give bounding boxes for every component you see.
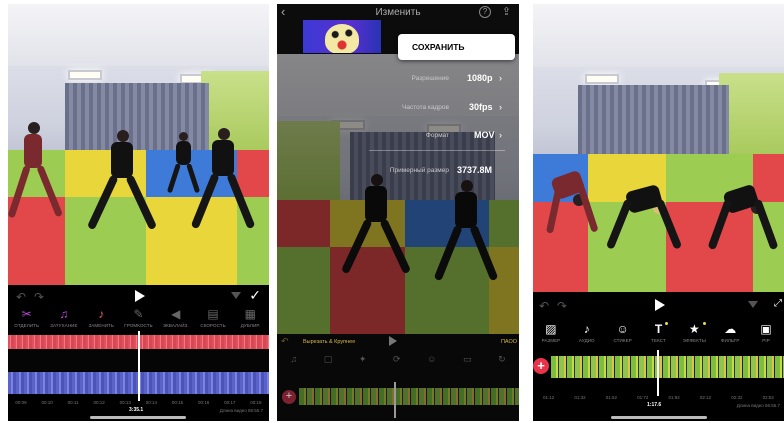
size-icon[interactable]: ▢ (324, 354, 333, 374)
chevron-right-icon: › (499, 102, 502, 112)
tool-volume[interactable]: ✎ ГРОМКОСТЬ (120, 307, 156, 328)
tool-filter[interactable]: ☁ ФИЛЬТР (712, 322, 748, 343)
tool-size[interactable]: ▨ РАЗМЕР (533, 322, 569, 343)
divider (369, 150, 505, 151)
sticker-icon: ☺ (616, 322, 629, 336)
playback-bar: ↶ ↷ ✓ (8, 285, 269, 307)
new-badge-dot (703, 322, 707, 325)
tool-pip[interactable]: ▣ PIP (748, 322, 784, 343)
size-icon: ▨ (545, 322, 557, 336)
current-timecode: 1:17.6 (647, 402, 662, 408)
tool-speed[interactable]: ▤ СКОРОСТЬ (195, 307, 231, 328)
redo-icon[interactable]: ↷ (557, 299, 567, 313)
undo-icon[interactable]: ↶ (281, 336, 289, 347)
help-icon[interactable]: ? (479, 6, 491, 18)
replace-icon: ♪ (98, 307, 105, 321)
speed-icon: ▤ (207, 307, 219, 321)
chevron-right-icon: › (499, 130, 502, 140)
tool-equalizer[interactable]: ◀ ЭКВАЛАЙЗ. (158, 307, 194, 328)
tool-split[interactable]: ✂ ОТДЕЛИТЬ (9, 307, 45, 328)
ceiling-light (585, 74, 619, 84)
ceiling-light (68, 70, 102, 80)
undo-icon[interactable]: ↶ (539, 299, 549, 313)
thumbnail-preview (303, 20, 381, 53)
fullscreen-icon[interactable]: ⤢ (774, 298, 782, 309)
playhead[interactable] (657, 350, 659, 396)
add-clip-button[interactable]: + (533, 358, 549, 374)
next-label[interactable]: ПАОО (501, 339, 517, 345)
play-icon[interactable] (134, 290, 145, 302)
audio-toolbar: ✂ ОТДЕЛИТЬ ♫ ЗАТУХАНИЕ ♪ ЗАМЕНИТЬ ✎ ГРОМКОСТ… (8, 307, 269, 331)
tool-audio[interactable]: ♪ АУДИО (569, 322, 605, 343)
export-settings-panel: ‹ Изменить ? ⇪ СОХРАНИТЬ Разрешение 1080… (277, 4, 519, 421)
tool-sticker[interactable]: ☺ СТИКЕР (605, 322, 641, 343)
music-icon[interactable]: ♫ (290, 354, 297, 374)
fade-icon: ♫ (59, 307, 69, 321)
playback-bar: ↶ ↷ ⤢ (533, 294, 784, 316)
video-length: Длина видео 56:55.7 (219, 408, 263, 413)
volume-icon: ✎ (133, 307, 144, 321)
playhead[interactable] (394, 382, 396, 418)
sticker-image (325, 24, 359, 53)
timeline-ruler: 00:09 00:10 00:11 00:12 00:13 00:14 00:15 00:16… (15, 399, 262, 405)
redo-icon[interactable]: ↷ (34, 290, 44, 304)
loop-icon[interactable]: ↻ (498, 354, 506, 374)
menu-triangle-icon[interactable] (231, 292, 241, 299)
confirm-check-icon[interactable]: ✓ (249, 287, 261, 304)
home-indicator (90, 416, 186, 419)
save-button[interactable]: СОХРАНИТЬ (398, 34, 515, 60)
text-icon: T (654, 322, 663, 336)
undo-icon[interactable]: ↶ (16, 290, 26, 304)
split-icon: ✂ (21, 307, 32, 321)
timeline-ruler: 01:12 01:32 01:52 01:72 01:92 02:12 02:32 02:52 (543, 394, 774, 400)
editor-bottom: ↶ Вырезать & Крупнее ПАОО ♫ ▢ ✦ ⟳ ☺ ▭ ↻ + (277, 334, 519, 421)
screen-icon[interactable]: ▭ (463, 354, 472, 374)
duplicate-icon: ▦ (244, 307, 256, 321)
play-icon[interactable] (654, 299, 665, 311)
video-preview (277, 54, 519, 334)
filter-icon: ☁ (724, 322, 737, 336)
video-preview[interactable] (8, 4, 269, 285)
video-track[interactable] (299, 388, 519, 405)
add-clip-button[interactable]: + (282, 390, 296, 404)
editor-toolbar: ♫ ▢ ✦ ⟳ ☺ ▭ ↻ (277, 354, 519, 374)
caption-label: Вырезать & Крупнее (303, 339, 356, 345)
home-indicator (611, 416, 707, 419)
star-icon: ★ (688, 322, 700, 336)
tool-effects[interactable]: ★ ЭФФЕКТЫ (676, 322, 712, 343)
chevron-right-icon: › (499, 73, 502, 83)
equalizer-icon: ◀ (171, 307, 181, 321)
main-toolbar: ▨ РАЗМЕР ♪ АУДИО ☺ СТИКЕР T ТЕКСТ ★ ЭФФЕКТЫ ☁… (533, 322, 784, 348)
music-icon: ♪ (583, 322, 590, 336)
tool-fade[interactable]: ♫ ЗАТУХАНИЕ (46, 307, 82, 328)
pip-icon: ▣ (760, 322, 772, 336)
playhead[interactable] (138, 331, 140, 401)
effects-icon[interactable]: ✦ (359, 354, 367, 374)
editor-main-panel: ↶ ↷ ⤢ ▨ РАЗМЕР ♪ АУДИО ☺ СТИКЕР T ТЕКСТ ★ ЭФФ… (533, 4, 784, 421)
video-length: Длина видео 56:55.7 (736, 403, 780, 408)
menu-triangle-icon[interactable] (748, 301, 758, 308)
play-icon[interactable] (389, 336, 397, 346)
person-icon[interactable]: ☺ (427, 354, 436, 374)
tool-text[interactable]: T ТЕКСТ (641, 322, 677, 343)
share-icon[interactable]: ⇪ (502, 5, 511, 18)
editor-audio-panel: ↶ ↷ ✓ ✂ ОТДЕЛИТЬ ♫ ЗАТУХАНИЕ ♪ ЗАМЕНИТЬ ✎ ГР… (8, 4, 269, 421)
current-timecode: 3:35.1 (129, 407, 144, 413)
video-preview[interactable] (533, 4, 784, 292)
new-badge-dot (665, 322, 669, 325)
tool-duplicate[interactable]: ▦ ДУБЛИР. (232, 307, 268, 328)
video-track[interactable] (551, 356, 784, 378)
rotate-icon[interactable]: ⟳ (393, 354, 401, 374)
tool-replace[interactable]: ♪ ЗАМЕНИТЬ (83, 307, 119, 328)
